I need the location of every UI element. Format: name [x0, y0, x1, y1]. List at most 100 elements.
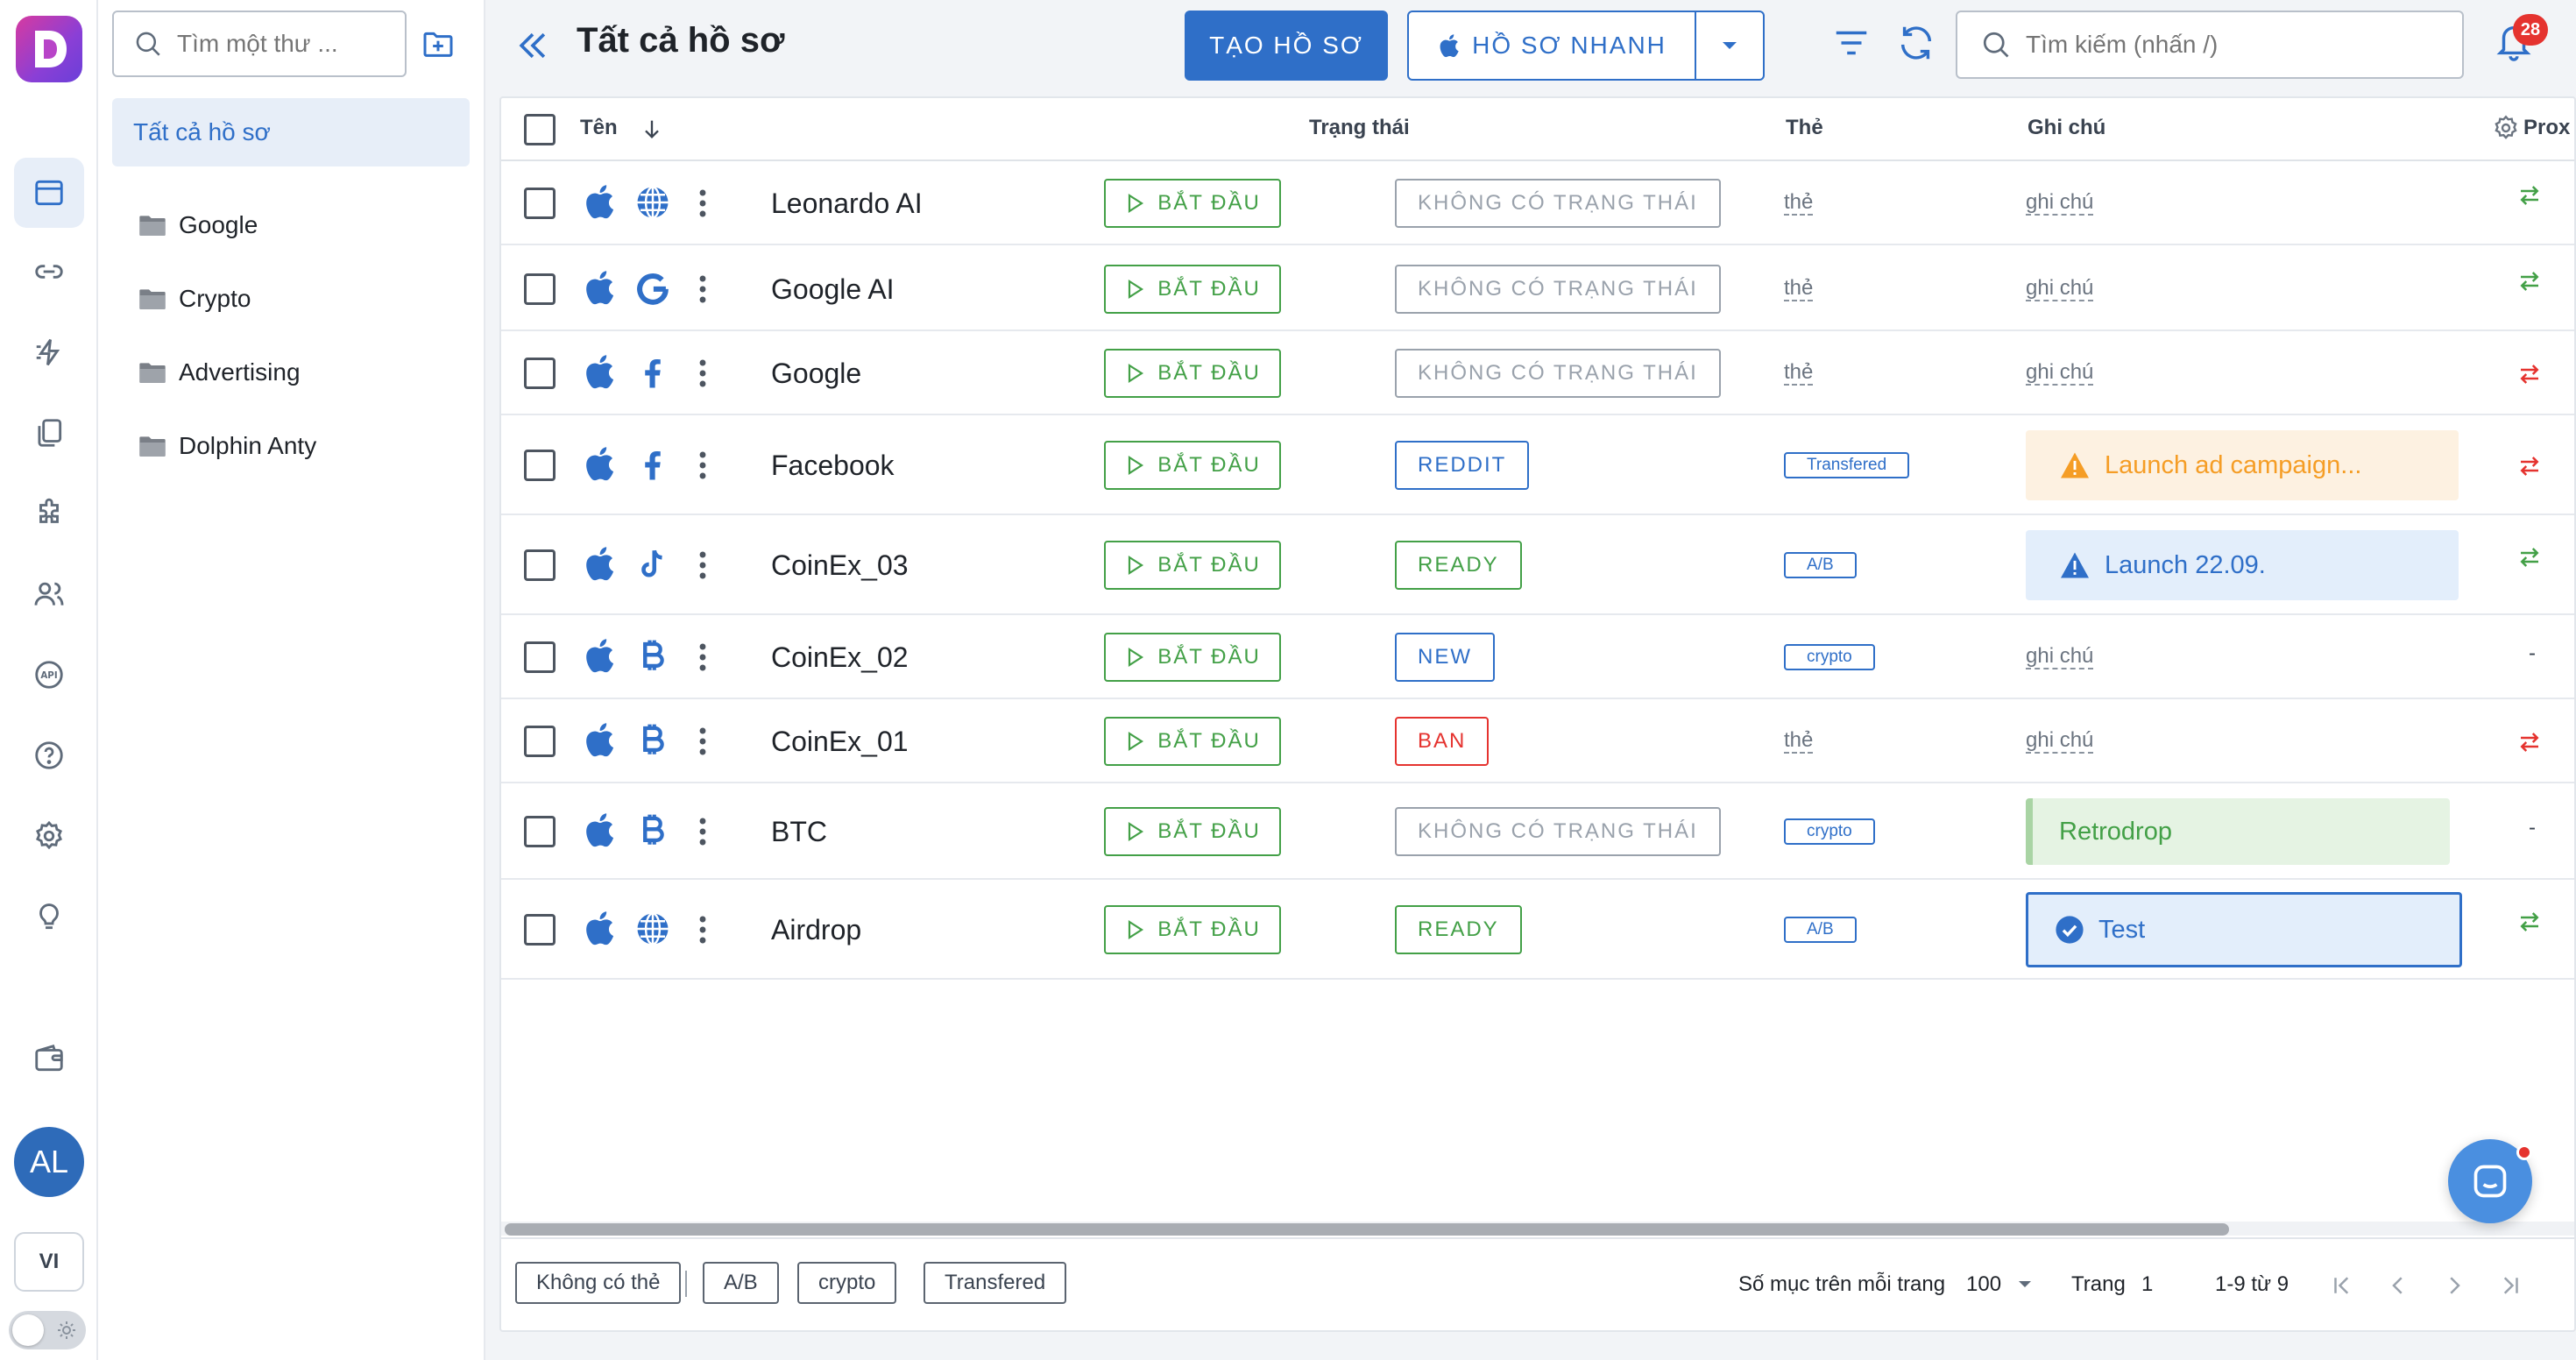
status-badge[interactable]: REDDIT — [1395, 441, 1530, 490]
tag-badge[interactable]: crypto — [1784, 644, 1875, 670]
folder-item-advertising[interactable]: Advertising — [138, 351, 301, 394]
start-profile-button[interactable]: BẮT ĐẦU — [1104, 905, 1281, 954]
proxy-arrows-icon[interactable] — [2516, 268, 2543, 294]
horizontal-scrollbar-thumb[interactable] — [505, 1223, 2229, 1236]
horizontal-scrollbar[interactable] — [501, 1222, 2574, 1236]
more-vertical-icon[interactable] — [697, 188, 708, 219]
last-page-icon[interactable] — [2497, 1272, 2523, 1299]
tag-filter-chip-transfered[interactable]: Transfered — [924, 1262, 1067, 1304]
row-checkbox[interactable] — [524, 816, 556, 847]
folder-item-crypto[interactable]: Crypto — [138, 277, 251, 321]
status-badge[interactable]: READY — [1395, 905, 1522, 954]
tag-badge[interactable]: A/B — [1784, 917, 1857, 943]
more-vertical-icon[interactable] — [697, 914, 708, 946]
profiles-icon[interactable] — [14, 158, 84, 228]
folder-item-dolphin-anty[interactable]: Dolphin Anty — [138, 424, 316, 468]
page-number-input[interactable]: 1 — [2141, 1272, 2153, 1297]
note-placeholder[interactable]: ghi chú — [2026, 361, 2094, 386]
start-profile-button[interactable]: BẮT ĐẦU — [1104, 179, 1281, 228]
row-checkbox[interactable] — [524, 358, 556, 389]
tag-placeholder[interactable]: thẻ — [1784, 729, 1814, 754]
status-badge[interactable]: NEW — [1395, 633, 1495, 682]
table-row[interactable]: CoinEx_01 BẮT ĐẦU BAN thẻ ghi chú — [501, 699, 2574, 783]
proxy-arrows-icon[interactable] — [2516, 361, 2543, 387]
more-vertical-icon[interactable] — [697, 549, 708, 581]
first-page-icon[interactable] — [2329, 1272, 2355, 1299]
link-icon[interactable] — [14, 237, 84, 307]
status-badge[interactable]: KHÔNG CÓ TRẠNG THÁI — [1395, 807, 1721, 856]
tag-placeholder[interactable]: thẻ — [1784, 277, 1814, 301]
note-placeholder[interactable]: ghi chú — [2026, 191, 2094, 216]
sort-arrow-down-icon[interactable] — [640, 116, 664, 142]
status-badge[interactable]: KHÔNG CÓ TRẠNG THÁI — [1395, 265, 1721, 314]
note-placeholder[interactable]: ghi chú — [2026, 277, 2094, 301]
start-profile-button[interactable]: BẮT ĐẦU — [1104, 349, 1281, 398]
status-badge[interactable]: BAN — [1395, 717, 1490, 766]
per-page-caret-icon[interactable] — [2017, 1279, 2033, 1290]
profile-name[interactable]: CoinEx_02 — [771, 641, 909, 674]
profile-name[interactable]: CoinEx_01 — [771, 726, 909, 758]
tag-filter-chip-crypto[interactable]: crypto — [797, 1262, 897, 1304]
app-logo-icon[interactable] — [16, 16, 82, 82]
note-box[interactable]: Test — [2026, 892, 2462, 967]
status-badge[interactable]: KHÔNG CÓ TRẠNG THÁI — [1395, 179, 1721, 228]
start-profile-button[interactable]: BẮT ĐẦU — [1104, 265, 1281, 314]
column-settings-gear-icon[interactable] — [2492, 114, 2520, 142]
tag-badge[interactable]: A/B — [1784, 552, 1857, 578]
table-row[interactable]: Facebook BẮT ĐẦU REDDIT Transfered Launch ad… — [501, 415, 2574, 515]
proxy-arrows-icon[interactable] — [2516, 182, 2543, 209]
column-notes-header[interactable]: Ghi chú — [2028, 116, 2105, 140]
proxy-arrows-icon[interactable] — [2516, 544, 2543, 570]
column-status-header[interactable]: Trạng thái — [1309, 116, 1410, 140]
tag-badge[interactable]: crypto — [1784, 818, 1875, 845]
row-checkbox[interactable] — [524, 726, 556, 757]
add-folder-button[interactable] — [417, 23, 459, 65]
row-checkbox[interactable] — [524, 273, 556, 305]
note-placeholder[interactable]: ghi chú — [2026, 729, 2094, 754]
start-profile-button[interactable]: BẮT ĐẦU — [1104, 807, 1281, 856]
folder-item-google[interactable]: Google — [138, 203, 258, 247]
create-profile-button[interactable]: TẠO HỒ SƠ — [1185, 11, 1388, 81]
profile-name[interactable]: Leonardo AI — [771, 188, 923, 220]
column-name-header[interactable]: Tên — [580, 116, 618, 140]
table-row[interactable]: Airdrop BẮT ĐẦU READY A/B Test — [501, 880, 2574, 980]
column-proxy-header[interactable]: Prox — [2523, 116, 2570, 140]
more-vertical-icon[interactable] — [697, 726, 708, 757]
table-row[interactable]: Leonardo AI BẮT ĐẦU KHÔNG CÓ TRẠNG THÁI thẻ… — [501, 161, 2574, 245]
row-checkbox[interactable] — [524, 549, 556, 581]
start-profile-button[interactable]: BẮT ĐẦU — [1104, 633, 1281, 682]
status-badge[interactable]: READY — [1395, 541, 1522, 590]
language-switcher[interactable]: VI — [14, 1232, 84, 1292]
table-row[interactable]: CoinEx_02 BẮT ĐẦU NEW crypto ghi chú - — [501, 615, 2574, 699]
start-profile-button[interactable]: BẮT ĐẦU — [1104, 441, 1281, 490]
idea-icon[interactable] — [14, 882, 84, 952]
help-icon[interactable] — [14, 720, 84, 790]
profile-name[interactable]: Google AI — [771, 273, 895, 306]
team-icon[interactable] — [14, 559, 84, 629]
start-profile-button[interactable]: BẮT ĐẦU — [1104, 541, 1281, 590]
extension-icon[interactable] — [14, 478, 84, 549]
api-icon[interactable]: API — [14, 640, 84, 710]
table-row[interactable]: BTC BẮT ĐẦU KHÔNG CÓ TRẠNG THÁI crypto Retro… — [501, 783, 2574, 880]
more-vertical-icon[interactable] — [697, 273, 708, 305]
select-all-checkbox[interactable] — [524, 114, 556, 145]
folder-all-profiles[interactable]: Tất cả hồ sơ — [112, 98, 470, 166]
profile-name[interactable]: CoinEx_03 — [771, 549, 909, 582]
proxy-arrows-icon[interactable] — [2516, 453, 2543, 479]
row-checkbox[interactable] — [524, 450, 556, 481]
quick-profile-dropdown-button[interactable] — [1695, 11, 1765, 81]
profile-name[interactable]: BTC — [771, 816, 827, 848]
column-tags-header[interactable]: Thẻ — [1786, 116, 1823, 140]
per-page-select[interactable]: 100 — [1966, 1272, 2001, 1297]
table-row[interactable]: Google AI BẮT ĐẦU KHÔNG CÓ TRẠNG THÁI thẻ gh… — [501, 247, 2574, 331]
clipboard-icon[interactable] — [14, 398, 84, 468]
tag-badge[interactable]: Transfered — [1784, 452, 1910, 478]
profile-name[interactable]: Google — [771, 358, 861, 390]
tag-filter-chip-ab[interactable]: A/B — [703, 1262, 779, 1304]
more-vertical-icon[interactable] — [697, 641, 708, 673]
note-box[interactable]: Retrodrop — [2026, 798, 2450, 865]
profile-name[interactable]: Facebook — [771, 450, 895, 482]
row-checkbox[interactable] — [524, 914, 556, 946]
start-profile-button[interactable]: BẮT ĐẦU — [1104, 717, 1281, 766]
note-box[interactable]: Launch 22.09. — [2026, 530, 2459, 600]
